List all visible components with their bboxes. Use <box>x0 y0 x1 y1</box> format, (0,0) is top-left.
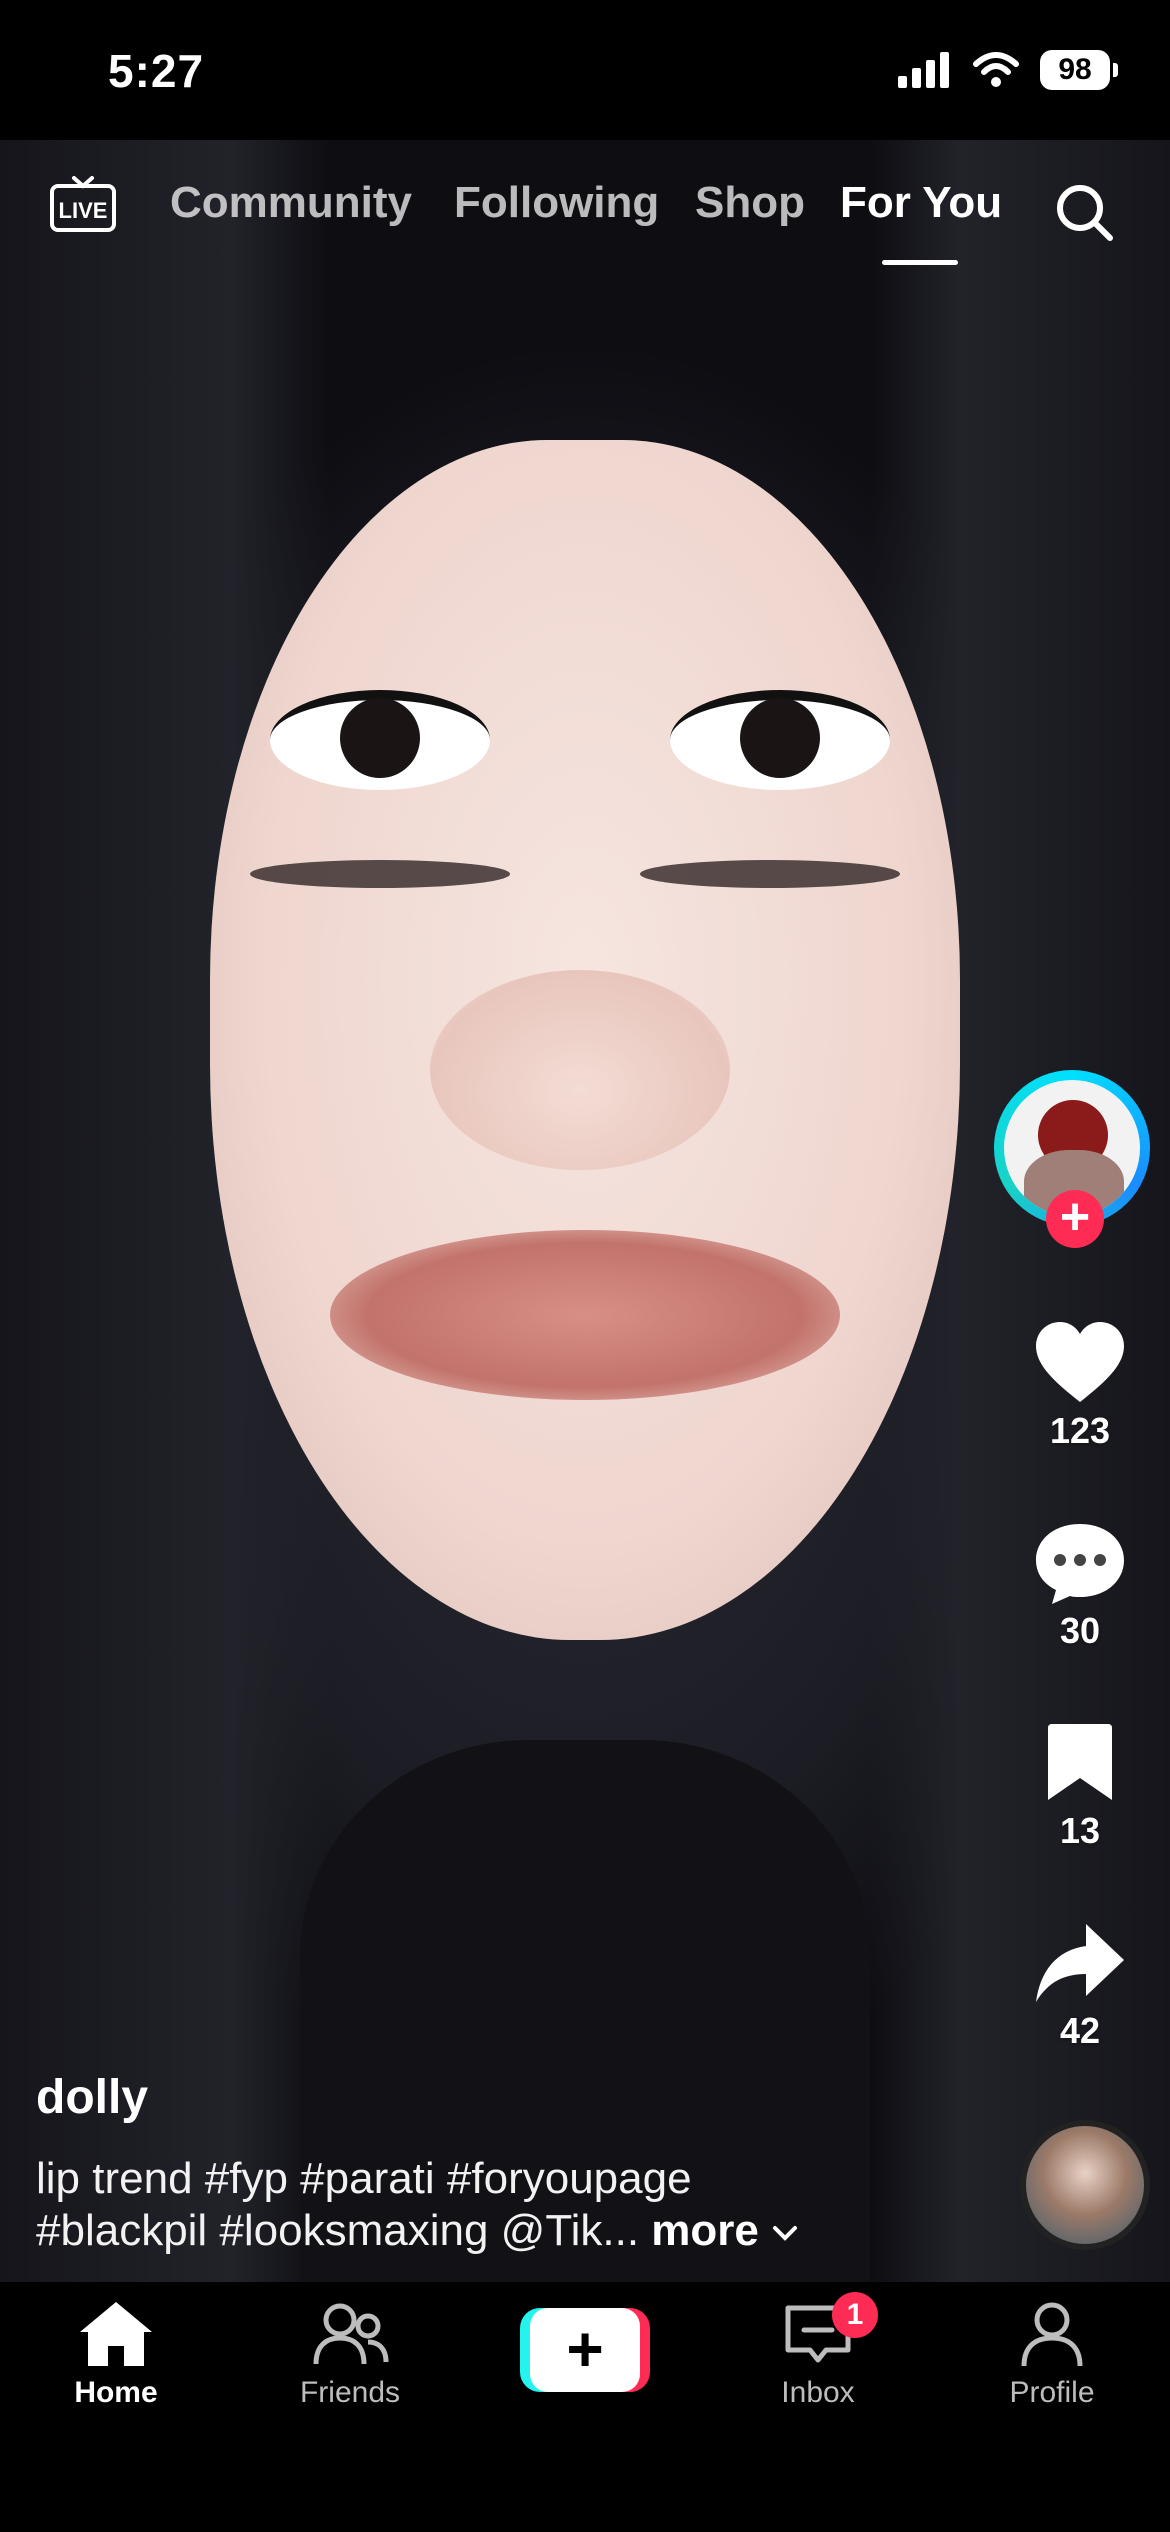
home-icon <box>80 2302 152 2366</box>
tab-for-you[interactable]: For You <box>840 178 1002 228</box>
battery-indicator: 98 <box>1040 50 1118 90</box>
nav-home[interactable]: Home <box>26 2298 206 2410</box>
video-brow-left <box>250 860 510 888</box>
cellular-signal-icon <box>898 52 949 88</box>
active-tab-indicator <box>882 260 958 265</box>
bookmark-icon <box>1048 1724 1112 1800</box>
nav-friends[interactable]: Friends <box>260 2298 440 2410</box>
caption-more-link[interactable]: more <box>651 2206 759 2255</box>
share-arrow-icon <box>1036 1924 1124 2002</box>
heart-icon <box>1036 1322 1124 1402</box>
top-nav: LIVE Community Following Shop For You <box>0 160 1170 270</box>
comment-count: 30 <box>1059 1610 1101 1651</box>
nav-profile[interactable]: Profile <box>962 2298 1142 2410</box>
nav-friends-label: Friends <box>299 2376 401 2409</box>
like-count: 123 <box>1049 1410 1111 1451</box>
tab-community[interactable]: Community <box>170 178 412 228</box>
nav-profile-label: Profile <box>1009 2376 1095 2409</box>
share-button[interactable]: 42 <box>990 1920 1170 2052</box>
status-icons: 98 <box>898 50 1118 90</box>
friends-icon <box>313 2303 389 2365</box>
status-bar: 5:27 98 <box>0 0 1170 140</box>
status-time: 5:27 <box>108 45 205 97</box>
inbox-badge: 1 <box>832 2292 878 2338</box>
save-count: 13 <box>1059 1810 1101 1851</box>
tab-following[interactable]: Following <box>454 178 659 228</box>
comment-button[interactable]: 30 <box>990 1520 1170 1652</box>
follow-button[interactable]: + <box>1046 1190 1104 1248</box>
video-eye-right <box>670 690 890 790</box>
video-lips <box>330 1230 840 1400</box>
search-icon[interactable] <box>1052 180 1116 244</box>
chevron-down-icon[interactable] <box>771 2223 799 2243</box>
nav-inbox-label: Inbox <box>781 2376 855 2409</box>
live-icon[interactable]: LIVE <box>48 174 118 234</box>
tab-shop[interactable]: Shop <box>695 178 805 228</box>
plus-icon: + <box>530 2308 640 2392</box>
video-nose <box>430 970 730 1170</box>
like-button[interactable]: 123 <box>990 1320 1170 1452</box>
bottom-nav: Home Friends + 1 Inbox Profile <box>0 2282 1170 2532</box>
nav-inbox[interactable]: 1 Inbox <box>728 2292 908 2410</box>
author-name[interactable]: dolly <box>36 2070 936 2125</box>
caption-text: lip trend #fyp #parati #foryoupage #blac… <box>36 2153 936 2257</box>
caption-line-1: lip trend #fyp #parati #foryoupage <box>36 2154 692 2203</box>
svg-text:LIVE: LIVE <box>59 198 108 223</box>
profile-icon <box>1021 2302 1083 2367</box>
wifi-icon <box>973 52 1019 87</box>
nav-home-label: Home <box>74 2376 158 2409</box>
video-eye-left <box>270 690 490 790</box>
save-button[interactable]: 13 <box>990 1720 1170 1852</box>
video-caption: dolly lip trend #fyp #parati #foryoupage… <box>36 2070 936 2257</box>
create-button[interactable]: + <box>520 2308 650 2392</box>
caption-line-2-text: #blackpil #looksmaxing @Tik... <box>36 2206 652 2255</box>
video-brow-right <box>640 860 900 888</box>
comment-icon <box>1036 1524 1124 1604</box>
music-disc[interactable] <box>1020 2120 1150 2250</box>
caption-line-2: #blackpil #looksmaxing @Tik... more <box>36 2205 936 2257</box>
share-count: 42 <box>1059 2010 1101 2051</box>
